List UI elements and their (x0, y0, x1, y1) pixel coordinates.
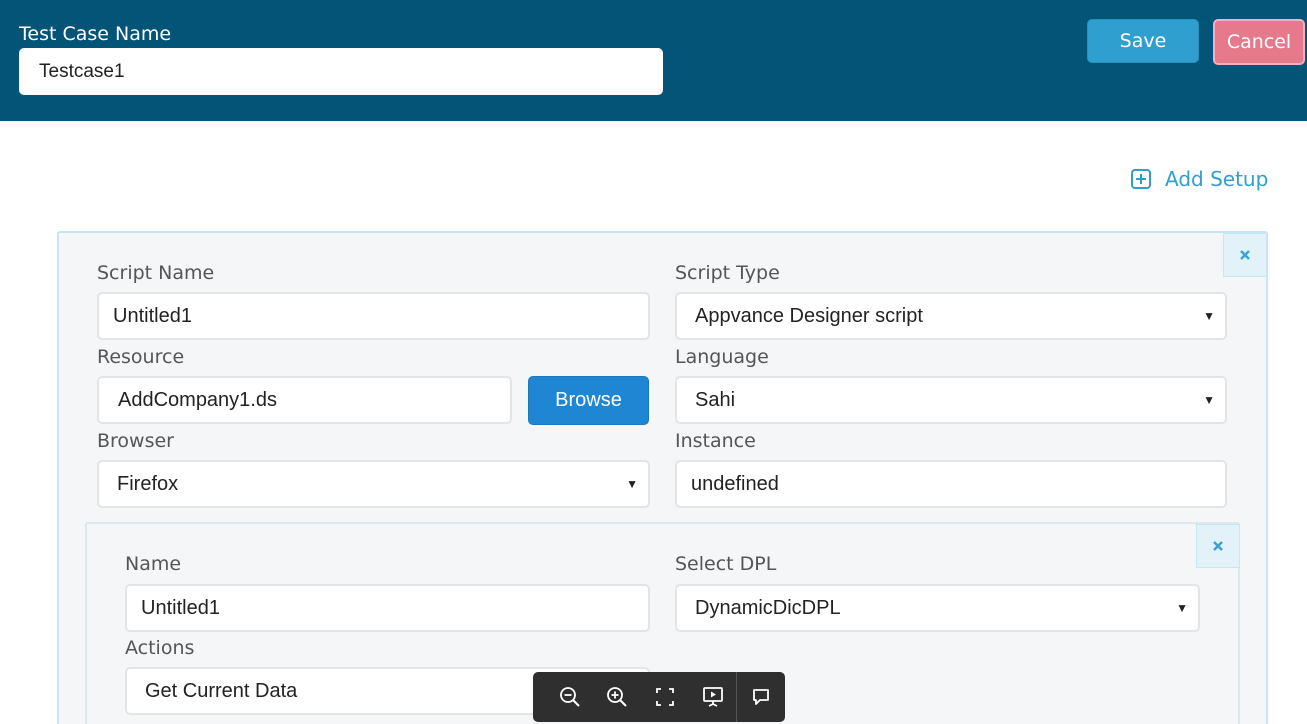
caret-down-icon: ▼ (1203, 393, 1215, 407)
plus-square-icon (1131, 169, 1151, 189)
script-name-value: Untitled1 (113, 304, 192, 327)
comment-icon (753, 689, 770, 705)
select-dpl-select[interactable]: DynamicDicDPL ▼ (675, 584, 1200, 632)
close-script-panel-button[interactable] (1223, 233, 1267, 277)
test-case-name-label: Test Case Name (19, 23, 172, 45)
script-name-label: Script Name (97, 262, 215, 284)
browser-select[interactable]: Firefox ▼ (97, 460, 650, 508)
present-icon (702, 687, 723, 707)
cancel-button[interactable]: Cancel (1213, 19, 1305, 65)
zoom-out-icon (559, 687, 580, 707)
dpl-name-input[interactable]: Untitled1 (125, 584, 650, 632)
add-setup-label: Add Setup (1165, 167, 1269, 191)
select-dpl-label: Select DPL (675, 553, 777, 575)
script-type-select[interactable]: Appvance Designer script ▼ (675, 292, 1227, 340)
caret-down-icon: ▼ (1176, 601, 1188, 615)
caret-down-icon: ▼ (626, 477, 638, 491)
zoom-in-icon (607, 687, 628, 707)
fullscreen-button[interactable] (641, 672, 689, 722)
zoom-in-button[interactable] (594, 672, 642, 722)
test-case-name-input[interactable] (19, 48, 663, 95)
language-select[interactable]: Sahi ▼ (675, 376, 1227, 424)
zoom-out-button[interactable] (546, 672, 594, 722)
save-button[interactable]: Save (1087, 19, 1199, 63)
resource-value: AddCompany1.ds (118, 388, 277, 411)
script-type-label: Script Type (675, 262, 780, 284)
browse-button[interactable]: Browse (528, 376, 649, 425)
browser-value: Firefox (117, 472, 179, 495)
caret-down-icon: ▼ (1203, 309, 1215, 323)
close-icon (1213, 541, 1223, 551)
viewer-toolbar (533, 672, 785, 722)
comment-button[interactable] (737, 672, 785, 722)
instance-value: undefined (691, 472, 779, 495)
close-dpl-panel-button[interactable] (1196, 524, 1240, 568)
script-name-input[interactable]: Untitled1 (97, 292, 650, 340)
instance-input[interactable]: undefined (675, 460, 1227, 508)
script-type-value: Appvance Designer script (695, 304, 923, 327)
browser-label: Browser (97, 430, 174, 452)
actions-value: Get Current Data (145, 679, 298, 702)
dpl-name-value: Untitled1 (141, 596, 220, 619)
fullscreen-icon (656, 688, 674, 706)
language-value: Sahi (695, 388, 736, 411)
select-dpl-value: DynamicDicDPL (695, 596, 841, 619)
actions-label: Actions (125, 637, 195, 659)
dpl-name-label: Name (125, 553, 182, 575)
present-button[interactable] (689, 672, 737, 722)
close-icon (1240, 250, 1250, 260)
instance-label: Instance (675, 430, 756, 452)
resource-input[interactable]: AddCompany1.ds (97, 376, 512, 424)
header-bar: Test Case Name Save Cancel (0, 0, 1307, 121)
language-label: Language (675, 346, 769, 368)
add-setup-link[interactable]: Add Setup (1131, 166, 1268, 192)
resource-label: Resource (97, 346, 185, 368)
